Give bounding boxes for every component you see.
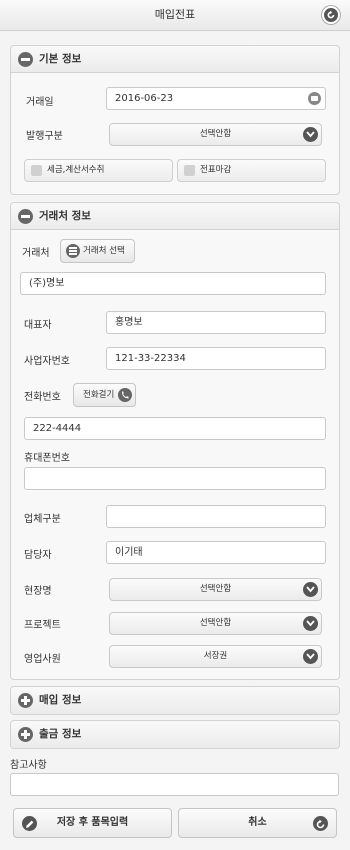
- bizno-label: 사업자번호: [24, 356, 70, 367]
- checkbox-icon: [184, 165, 195, 176]
- save-and-items-label: 저장 후 품목입력: [56, 817, 129, 828]
- slip-close-checkbox[interactable]: 전표마감: [177, 159, 326, 182]
- chevron-down-icon: [303, 582, 318, 597]
- header-bar: 매입전표: [0, 0, 350, 31]
- call-button[interactable]: 전화걸기: [73, 383, 136, 407]
- partner-name-field[interactable]: (주)명보: [20, 272, 326, 295]
- list-icon: [66, 244, 80, 258]
- slip-close-label: 전표마감: [200, 165, 232, 175]
- sales-value: 서장권: [203, 651, 228, 661]
- bizno-value: 121-33-22334: [115, 353, 186, 364]
- expand-icon: [18, 727, 33, 742]
- phone-value: 222-4444: [33, 423, 82, 434]
- basic-info-title: 기본 정보: [39, 53, 82, 65]
- back-icon: [313, 816, 328, 831]
- shipment-info-panel: 출금 정보: [10, 720, 340, 749]
- purchase-info-panel: 매입 정보: [10, 686, 340, 715]
- basic-info-header[interactable]: 기본 정보: [11, 46, 339, 73]
- issue-type-label: 발행구분: [26, 131, 63, 142]
- collapse-icon: [18, 209, 33, 224]
- site-select[interactable]: 선택안함: [109, 578, 322, 601]
- mobile-label: 휴대폰번호: [24, 453, 70, 464]
- site-label: 현장명: [24, 586, 52, 597]
- tax-invoice-label: 세금,계산서수취: [47, 165, 105, 175]
- chevron-down-icon: [303, 649, 318, 664]
- mobile-field[interactable]: [24, 467, 326, 490]
- phone-icon: [118, 388, 132, 402]
- phone-field[interactable]: 222-4444: [24, 417, 326, 440]
- manager-value: 이기태: [115, 547, 143, 558]
- checkbox-icon: [31, 165, 42, 176]
- issue-type-select[interactable]: 선택안함: [109, 123, 322, 146]
- project-select[interactable]: 선택안함: [109, 612, 322, 635]
- shipment-info-header[interactable]: 출금 정보: [11, 721, 339, 748]
- partner-select-label: 거래처 선택: [83, 246, 125, 256]
- page-title: 매입전표: [154, 8, 196, 21]
- expand-icon: [18, 693, 33, 708]
- back-button[interactable]: [322, 6, 340, 24]
- pencil-icon: [22, 816, 37, 831]
- chevron-down-icon: [303, 127, 318, 142]
- back-icon: [327, 10, 335, 19]
- tax-invoice-checkbox[interactable]: 세금,계산서수취: [24, 159, 173, 182]
- partner-label: 거래처: [22, 248, 50, 259]
- partner-info-header[interactable]: 거래처 정보: [11, 203, 339, 230]
- call-button-label: 전화걸기: [83, 390, 115, 400]
- ceo-label: 대표자: [24, 320, 52, 331]
- chevron-down-icon: [303, 616, 318, 631]
- page: 매입전표 기본 정보 거래일 2016-06-23 발행구분 선택안함 세금,계…: [0, 0, 350, 850]
- trade-date-field[interactable]: 2016-06-23: [106, 87, 326, 110]
- shipment-info-title: 출금 정보: [39, 728, 82, 740]
- partner-select-button[interactable]: 거래처 선택: [60, 239, 135, 263]
- purchase-info-title: 매입 정보: [39, 694, 82, 706]
- sales-label: 영업사원: [24, 654, 61, 665]
- manager-field[interactable]: 이기태: [106, 541, 326, 564]
- ceo-value: 홍명보: [115, 317, 143, 328]
- collapse-icon: [18, 52, 33, 67]
- note-label: 참고사항: [10, 760, 47, 771]
- save-and-items-button[interactable]: 저장 후 품목입력: [13, 808, 172, 838]
- project-label: 프로젝트: [24, 620, 61, 631]
- phone-label: 전화번호: [24, 392, 61, 403]
- manager-label: 담당자: [24, 550, 52, 561]
- cancel-label: 취소: [248, 817, 267, 828]
- ceo-field[interactable]: 홍명보: [106, 311, 326, 334]
- sales-select[interactable]: 서장권: [109, 645, 322, 668]
- site-value: 선택안함: [199, 584, 232, 594]
- bizno-field[interactable]: 121-33-22334: [106, 347, 326, 370]
- purchase-info-header[interactable]: 매입 정보: [11, 687, 339, 714]
- cancel-button[interactable]: 취소: [178, 808, 337, 838]
- biztype-label: 업체구분: [24, 514, 61, 525]
- trade-date-label: 거래일: [26, 97, 54, 108]
- biztype-field[interactable]: [106, 505, 326, 528]
- project-value: 선택안함: [199, 618, 232, 628]
- partner-info-title: 거래처 정보: [39, 210, 91, 222]
- partner-name-value: (주)명보: [29, 278, 65, 289]
- issue-type-value: 선택안함: [199, 129, 232, 139]
- calendar-icon[interactable]: [308, 92, 321, 105]
- trade-date-value: 2016-06-23: [115, 93, 174, 104]
- note-field[interactable]: [10, 773, 339, 796]
